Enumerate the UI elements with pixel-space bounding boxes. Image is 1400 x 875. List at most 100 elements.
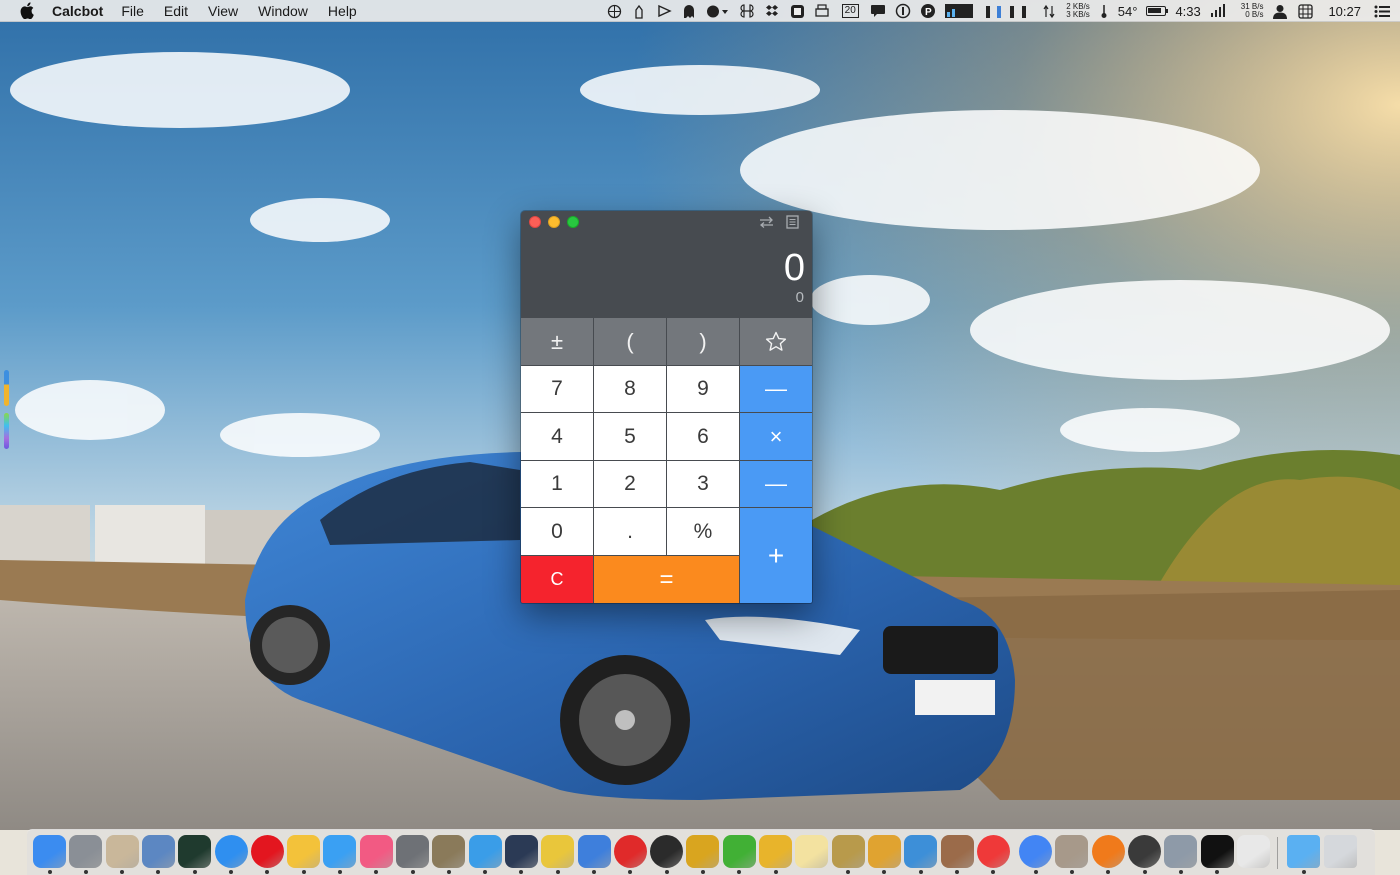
network-arrows-status-icon[interactable]	[1041, 3, 1057, 19]
system-preferences-icon[interactable]	[396, 835, 429, 868]
trash-icon[interactable]	[1323, 835, 1357, 868]
key-4[interactable]: 4	[521, 413, 593, 460]
messages-status-icon[interactable]	[870, 3, 886, 19]
netease-music-icon[interactable]	[613, 835, 647, 868]
preview-icon[interactable]	[141, 835, 175, 868]
cloud-app-icon[interactable]	[904, 835, 938, 868]
ghost-status-icon[interactable]	[681, 3, 697, 19]
bartender-status-icon[interactable]	[789, 3, 805, 19]
dock-running-indicator	[628, 870, 633, 874]
window-zoom-button[interactable]	[567, 216, 579, 228]
screen-record-icon[interactable]	[650, 835, 684, 868]
temperature-fan-icon[interactable]	[1099, 3, 1109, 19]
menubar-clock[interactable]: 10:27	[1328, 4, 1361, 19]
key-5[interactable]: 5	[594, 413, 666, 460]
tasks-check-icon[interactable]	[577, 835, 611, 868]
key-0[interactable]: 0	[521, 508, 593, 555]
fetch-icon[interactable]	[940, 835, 974, 868]
key-percent[interactable]: %	[667, 508, 739, 555]
firefox-icon[interactable]	[1091, 835, 1125, 868]
forklift-icon[interactable]	[686, 835, 720, 868]
p-status-icon[interactable]: P	[920, 3, 936, 19]
convert-swap-icon[interactable]	[758, 215, 774, 229]
dropbox-status-icon[interactable]	[764, 3, 780, 19]
key-2[interactable]: 2	[594, 461, 666, 507]
app-store-icon[interactable]	[323, 835, 357, 868]
key-paren-close[interactable]: )	[667, 318, 739, 365]
dock-running-indicator	[955, 870, 959, 874]
user-account-icon[interactable]	[1272, 3, 1288, 19]
moon-dropdown-status-icon[interactable]	[706, 3, 730, 19]
cyberduck-icon[interactable]	[759, 835, 792, 868]
finder-icon[interactable]	[33, 835, 66, 868]
opera-icon[interactable]	[250, 835, 284, 868]
alfred-icon[interactable]	[1128, 835, 1161, 868]
favorites-star-button[interactable]	[740, 318, 812, 365]
temperature-readout[interactable]: 54°	[1118, 4, 1138, 19]
wechat-icon[interactable]	[722, 835, 756, 868]
key-plus[interactable]: +	[740, 508, 812, 603]
notes-pad-icon[interactable]	[795, 835, 829, 868]
butterfly-icon[interactable]	[541, 835, 575, 868]
text-edit-icon[interactable]	[1236, 835, 1270, 868]
disk-utility-icon[interactable]	[1164, 835, 1198, 868]
key-6[interactable]: 6	[667, 413, 739, 460]
menu-view[interactable]: View	[208, 3, 238, 19]
key-clear[interactable]: C	[521, 556, 593, 603]
menu-help[interactable]: Help	[328, 3, 357, 19]
battery-icon[interactable]	[1146, 6, 1169, 16]
key-paren-open[interactable]: (	[594, 318, 666, 365]
fist-status-icon[interactable]	[631, 3, 647, 19]
menu-edit[interactable]: Edit	[164, 3, 188, 19]
key-7[interactable]: 7	[521, 366, 593, 412]
photos-icon[interactable]	[287, 835, 321, 868]
left-edge-indicator-bottom[interactable]	[4, 413, 9, 449]
key-decimal[interactable]: .	[594, 508, 666, 555]
key-9[interactable]: 9	[667, 366, 739, 412]
key-multiply[interactable]: ×	[740, 413, 812, 460]
key-plus-minus[interactable]: ±	[521, 318, 593, 365]
utility-tools-icon[interactable]	[105, 835, 139, 868]
window-minimize-button[interactable]	[548, 216, 560, 228]
calendar-grid-icon[interactable]	[504, 835, 538, 868]
menu-window[interactable]: Window	[258, 3, 308, 19]
vivaldi-icon[interactable]	[976, 835, 1010, 868]
globe-status-icon[interactable]	[606, 3, 622, 19]
battery-time-remaining[interactable]: 4:33	[1175, 4, 1200, 19]
tape-history-icon[interactable]	[784, 215, 800, 229]
safari-icon[interactable]	[214, 835, 248, 868]
key-equals[interactable]: =	[594, 556, 739, 603]
key-minus[interactable]: —	[740, 461, 812, 507]
key-3[interactable]: 3	[667, 461, 739, 507]
package-icon[interactable]	[432, 835, 466, 868]
apple-menu-icon[interactable]	[18, 2, 36, 20]
left-edge-indicator-top[interactable]	[4, 370, 9, 406]
grid-input-icon[interactable]	[1297, 3, 1313, 19]
itunes-icon[interactable]	[359, 835, 393, 868]
archive-utility-icon[interactable]	[1055, 835, 1089, 868]
onepassword-status-icon[interactable]	[895, 3, 911, 19]
launchpad-icon[interactable]	[69, 835, 103, 868]
activity-monitor-icon[interactable]	[178, 835, 212, 868]
wifi-signal-icon[interactable]	[1210, 3, 1226, 19]
chrome-icon[interactable]	[1019, 835, 1053, 868]
printer-status-icon[interactable]	[814, 3, 830, 19]
tweetbot-icon[interactable]	[468, 835, 502, 868]
image-viewer-icon[interactable]	[867, 835, 901, 868]
key-divide[interactable]: —	[740, 366, 812, 412]
memory-bars-status-icon[interactable]	[982, 3, 1032, 19]
flag-status-icon[interactable]	[656, 3, 672, 19]
qq-icon[interactable]	[1200, 835, 1234, 868]
downloads-folder-icon[interactable]	[1287, 835, 1321, 868]
command-status-icon[interactable]	[739, 3, 755, 19]
notebook-icon[interactable]	[831, 835, 865, 868]
window-close-button[interactable]	[529, 216, 541, 228]
counter-status-icon[interactable]: 20	[839, 3, 861, 19]
app-menu-calcbot[interactable]: Calcbot	[52, 3, 103, 19]
calcbot-titlebar[interactable]	[521, 211, 812, 233]
key-8[interactable]: 8	[594, 366, 666, 412]
cpu-graph-status-icon[interactable]	[945, 3, 974, 19]
notification-center-icon[interactable]	[1374, 3, 1390, 19]
key-1[interactable]: 1	[521, 461, 593, 507]
menu-file[interactable]: File	[121, 3, 144, 19]
